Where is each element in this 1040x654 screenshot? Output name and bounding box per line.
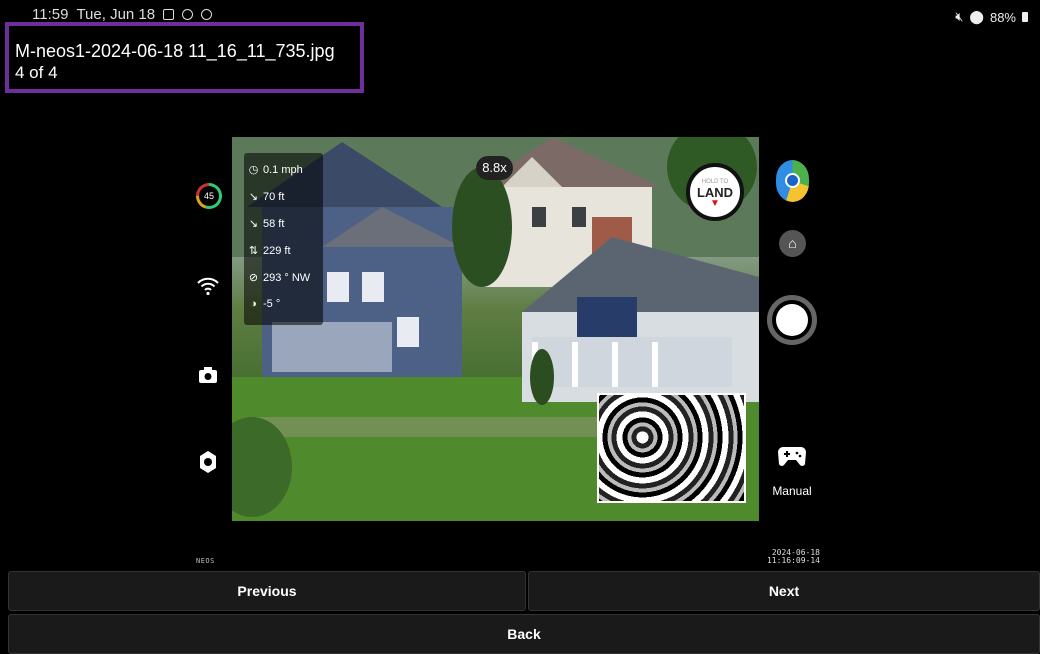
timestamp-time: 11:16:09-14	[767, 556, 820, 565]
speed-value: 0.1 mph	[263, 163, 303, 176]
camera-icon[interactable]	[198, 366, 218, 384]
battery-percent: 88%	[989, 9, 1016, 25]
next-button[interactable]: Next	[528, 571, 1040, 611]
status-date: Tue, Jun 18	[76, 6, 156, 23]
telemetry-horizontal: ↘ 58 ft	[248, 217, 285, 231]
distance-icon: ↘	[248, 191, 259, 203]
shutter-button[interactable]	[767, 295, 817, 345]
status-time: 11:59	[32, 6, 69, 23]
status-left: 11:59 Tue, Jun 18	[32, 6, 213, 23]
previous-button[interactable]: Previous	[8, 571, 526, 611]
flight-mode-label: Manual	[772, 484, 812, 498]
file-info-box: M-neos1-2024-06-18 11_16_11_735.jpg 4 of…	[5, 22, 364, 93]
settings-icon	[182, 9, 194, 20]
gear-icon[interactable]	[198, 450, 218, 474]
telemetry-heading: ⊘ 293 ° NW	[248, 271, 311, 285]
gamepad-icon[interactable]	[777, 444, 807, 468]
home-icon[interactable]: ⌂	[779, 230, 806, 257]
altitude-value: 229 ft	[263, 244, 291, 257]
gimbal-icon: ◑	[250, 298, 257, 310]
photo-timestamp: 2024-06-18 11:16:09-14	[740, 549, 820, 565]
zoom-indicator[interactable]: 8.8x	[476, 156, 513, 180]
mute-icon: 🔇︎	[955, 9, 964, 24]
altitude-icon: ⇅	[248, 245, 259, 257]
file-position: 4 of 4	[15, 63, 58, 82]
telemetry-distance: ↘ 70 ft	[248, 190, 285, 204]
map-icon[interactable]	[776, 160, 809, 202]
telemetry-speed: ◷ 0.1 mph	[248, 163, 303, 177]
drone-battery-gauge: 45	[196, 183, 222, 209]
wifi-icon[interactable]	[196, 274, 220, 298]
horizontal-value: 58 ft	[263, 217, 285, 230]
gallery-icon	[163, 9, 175, 20]
chevron-down-icon: ▼	[710, 198, 720, 209]
land-button[interactable]: HOLD TO LAND ▼	[683, 156, 747, 232]
land-circle: HOLD TO LAND ▼	[686, 163, 744, 221]
thermal-preview[interactable]	[597, 393, 746, 503]
shutter-core	[776, 304, 808, 336]
back-button[interactable]: Back	[8, 614, 1040, 654]
gimbal-value: -5 °	[263, 298, 281, 310]
file-name: M-neos1-2024-06-18 11_16_11_735.jpg	[15, 41, 335, 61]
navigation-icon	[785, 173, 800, 188]
location-icon	[201, 9, 213, 20]
drone-battery-level: 45	[199, 186, 219, 206]
brand-label: NEOS	[196, 557, 215, 565]
telemetry-panel: ◷ 0.1 mph ↘ 70 ft ↘ 58 ft ⇅ 229 ft ⊘ 293…	[244, 153, 323, 325]
speed-icon: ◷	[248, 164, 259, 176]
heading-value: 293 ° NW	[263, 271, 311, 284]
battery-icon	[1022, 12, 1028, 22]
distance-value: 70 ft	[263, 190, 285, 203]
horizontal-distance-icon: ↘	[248, 218, 259, 230]
telemetry-gimbal: ◑ -5 °	[248, 298, 280, 310]
status-right: 🔇︎ ⬤ 88%	[955, 9, 1028, 25]
telemetry-altitude: ⇅ 229 ft	[248, 244, 291, 258]
location-pin-icon: ⬤	[969, 9, 984, 24]
compass-icon: ⊘	[248, 272, 259, 284]
